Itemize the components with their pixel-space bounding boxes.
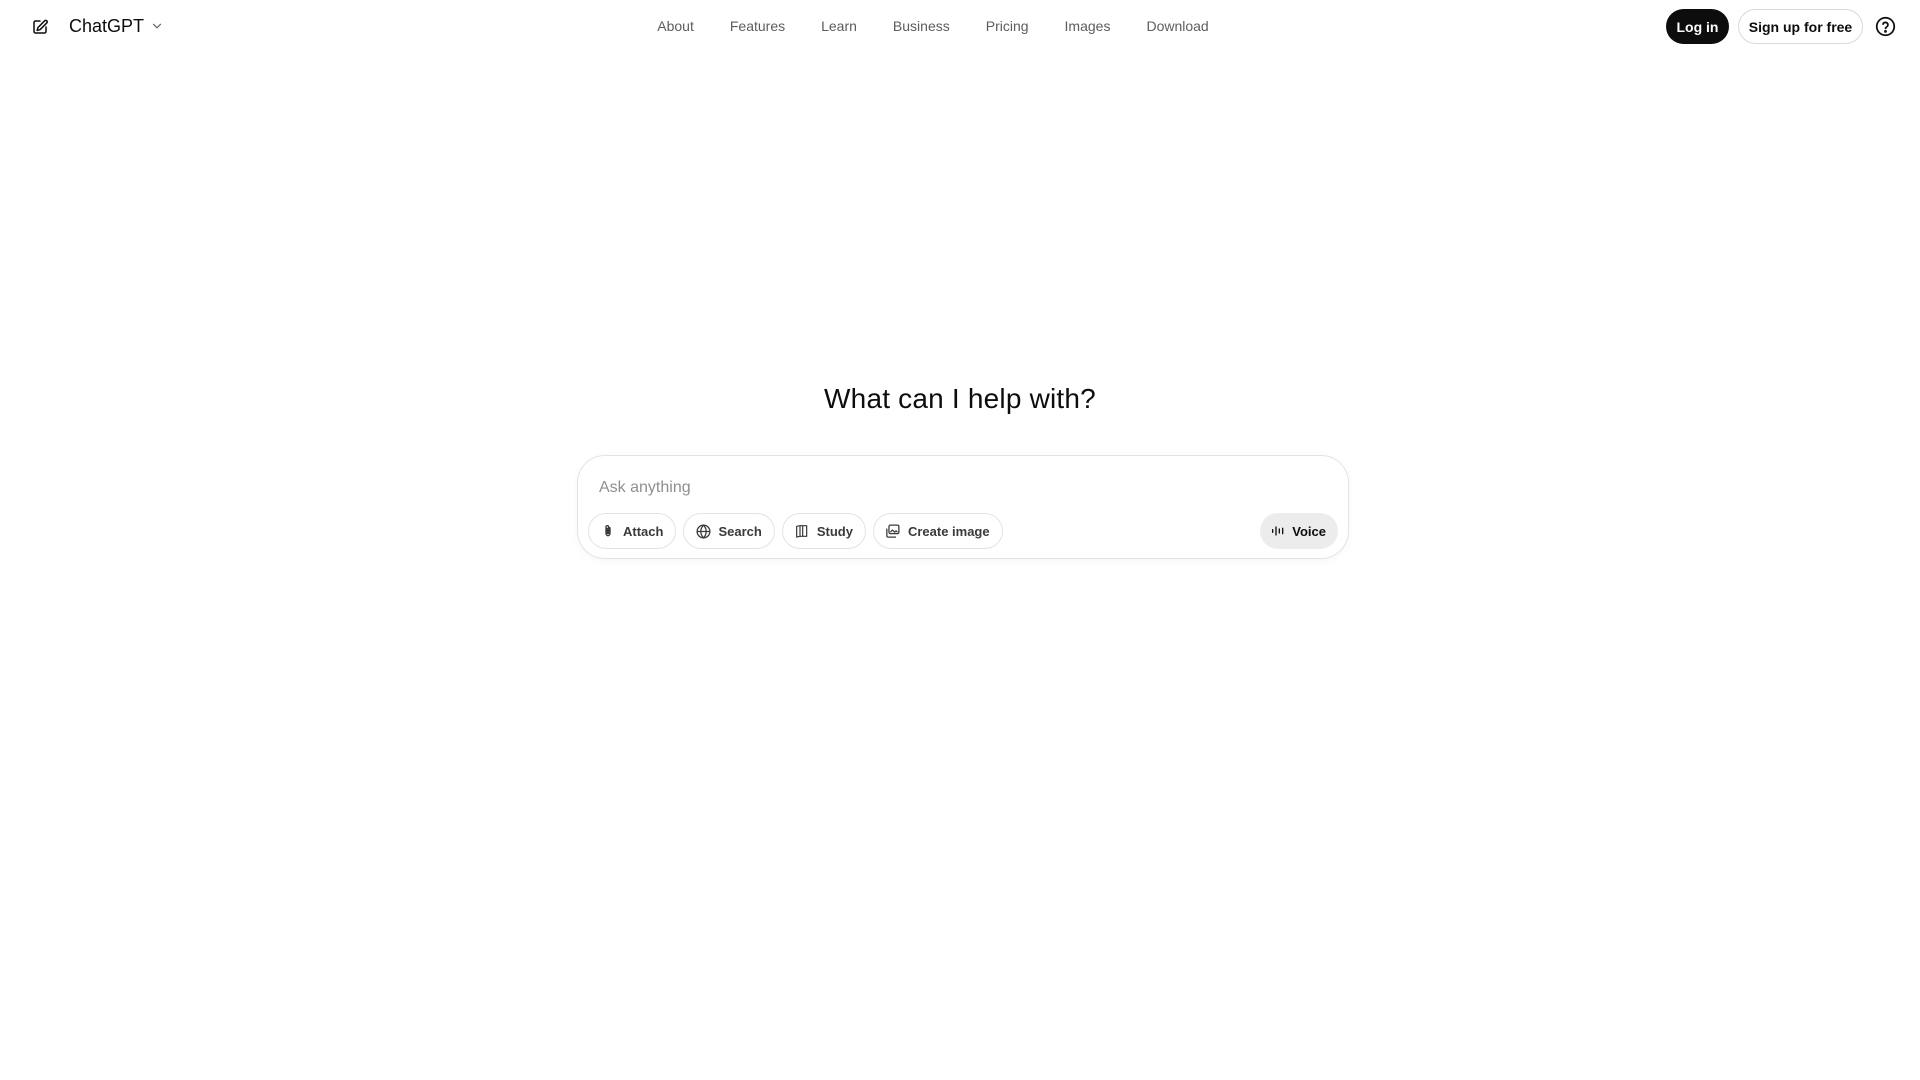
paperclip-icon — [599, 522, 617, 540]
nav-link-images[interactable]: Images — [1065, 17, 1111, 35]
voice-label: Voice — [1292, 523, 1326, 539]
signup-button[interactable]: Sign up for free — [1738, 9, 1863, 44]
help-button[interactable] — [1874, 15, 1896, 37]
composer-tools: Attach Search Study Create image — [588, 513, 1003, 549]
globe-icon — [694, 522, 712, 540]
create-image-label: Create image — [907, 523, 990, 539]
book-icon — [793, 522, 811, 540]
study-button[interactable]: Study — [781, 513, 866, 549]
voice-button[interactable]: Voice — [1260, 513, 1338, 549]
edit-icon — [33, 19, 48, 34]
waveform-icon — [1270, 523, 1286, 539]
page-headline: What can I help with? — [824, 383, 1096, 414]
nav-link-about[interactable]: About — [657, 17, 694, 35]
top-header: ChatGPT About Features Learn Business Pr… — [0, 0, 1920, 52]
prompt-composer: Attach Search Study Create image Voice — [577, 455, 1349, 559]
model-switcher[interactable]: ChatGPT — [69, 14, 164, 38]
new-chat-button[interactable] — [29, 16, 51, 38]
chevron-down-icon — [150, 19, 164, 33]
study-label: Study — [816, 523, 853, 539]
login-button[interactable]: Log in — [1666, 9, 1729, 44]
attach-button[interactable]: Attach — [588, 513, 677, 549]
nav-link-download[interactable]: Download — [1146, 17, 1208, 35]
nav-link-learn[interactable]: Learn — [821, 17, 857, 35]
help-circle-icon — [1875, 16, 1895, 36]
prompt-input[interactable] — [599, 474, 1299, 502]
nav-link-features[interactable]: Features — [730, 17, 785, 35]
main-nav: About Features Learn Business Pricing Im… — [0, 17, 1920, 35]
nav-link-business[interactable]: Business — [893, 17, 950, 35]
search-label: Search — [718, 523, 762, 539]
image-icon — [884, 522, 902, 540]
nav-link-pricing[interactable]: Pricing — [986, 17, 1029, 35]
create-image-button[interactable]: Create image — [872, 513, 1003, 549]
model-name: ChatGPT — [69, 15, 145, 36]
search-button[interactable]: Search — [683, 513, 775, 549]
attach-label: Attach — [623, 523, 664, 539]
